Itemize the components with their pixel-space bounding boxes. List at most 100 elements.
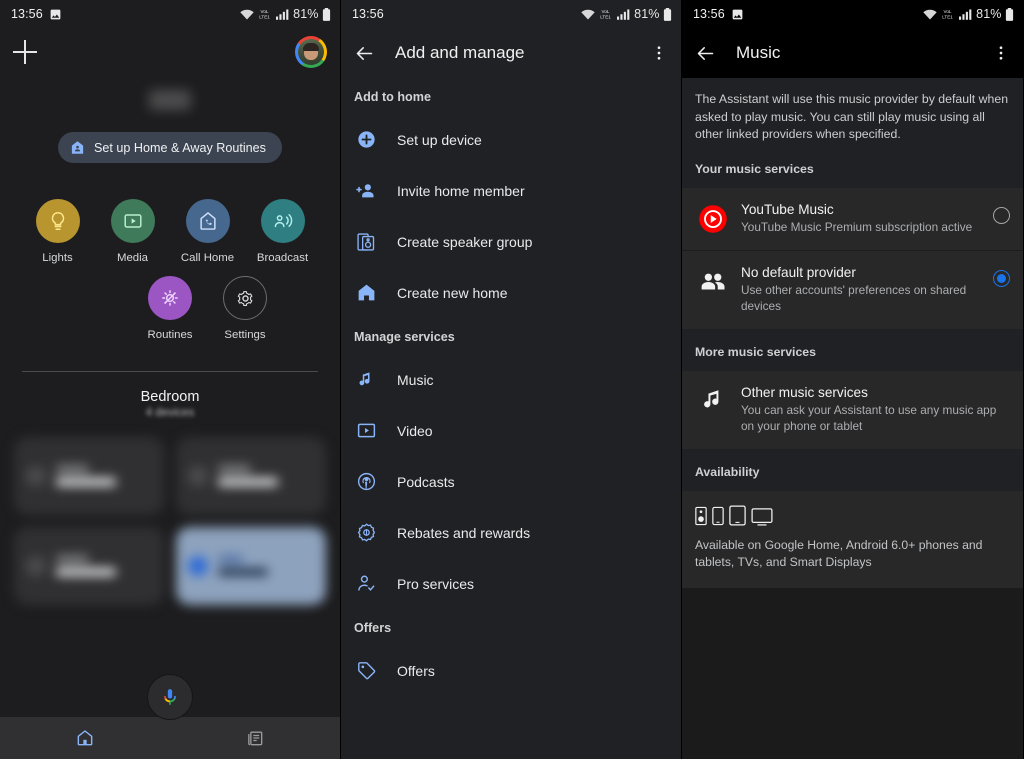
radio-no-default-provider[interactable] [993, 269, 1010, 287]
svg-text:LTE1: LTE1 [600, 15, 611, 20]
broadcast-icon-circle [260, 199, 305, 243]
room-device-count: 4 devices [145, 407, 195, 419]
status-bar-home: 13:56 VoL LTE1 81% [0, 0, 340, 28]
tablet-icon [729, 505, 746, 526]
person-add-icon [354, 180, 378, 202]
podcast-icon [354, 471, 378, 492]
more-vert-icon[interactable] [992, 44, 1010, 62]
more-vert-icon[interactable] [650, 44, 668, 62]
device-card[interactable] [14, 437, 164, 515]
people-icon [695, 265, 731, 297]
add-icon[interactable] [13, 39, 39, 65]
device-card[interactable] [176, 527, 326, 605]
menu-item-pro-services[interactable]: Pro services [341, 558, 681, 609]
home-person-icon [71, 141, 84, 154]
panel-google-home: 13:56 VoL LTE1 81% Set up Home & Away Ro… [0, 0, 341, 759]
menu-item-rebates-and-rewards[interactable]: Rebates and rewards [341, 507, 681, 558]
lightbulb-icon-circle [35, 199, 80, 243]
svg-text:LTE1: LTE1 [259, 15, 270, 20]
home-icon [77, 730, 93, 746]
device-icon [188, 466, 208, 486]
battery-icon [1005, 7, 1014, 21]
device-card-grid [14, 437, 326, 605]
setup-routines-chip[interactable]: Set up Home & Away Routines [58, 132, 282, 163]
routines-icon [162, 290, 178, 306]
bottom-nav-home[interactable] [0, 728, 170, 748]
phone-icon [712, 506, 724, 526]
radio-youtube-music[interactable] [993, 206, 1010, 224]
device-text [56, 556, 152, 576]
feed-icon [248, 731, 263, 746]
spacer [682, 448, 1023, 459]
media-play-icon [123, 214, 142, 228]
tag-icon [354, 660, 378, 681]
rebates-icon [354, 522, 378, 543]
volte-icon: VoL LTE1 [942, 9, 953, 20]
image-icon [50, 9, 61, 19]
provider-text: YouTube Music YouTube Music Premium subs… [731, 202, 993, 235]
provider-row-youtube-music[interactable]: YouTube Music YouTube Music Premium subs… [682, 187, 1023, 250]
shortcut-label: Media [116, 252, 149, 264]
menu-item-label: Podcasts [397, 473, 455, 490]
menu-item-label: Video [397, 422, 433, 439]
menu-item-label: Music [397, 371, 434, 388]
status-bar-music: 13:56 VoL LTE1 81% [682, 0, 1023, 28]
status-time: 13:56 [11, 7, 43, 21]
media-play-icon-circle [110, 199, 155, 243]
menu-item-label: Rebates and rewards [397, 524, 531, 541]
setup-routines-label: Set up Home & Away Routines [94, 140, 266, 155]
youtube-music-icon [695, 202, 731, 234]
call-home-icon [199, 212, 216, 230]
menu-item-music[interactable]: Music [341, 354, 681, 405]
provider-subtitle: YouTube Music Premium subscription activ… [741, 219, 973, 234]
shortcut-lights[interactable]: Lights [20, 199, 95, 264]
pro-services-icon [354, 573, 378, 594]
panel-music-settings: 13:56 VoL LTE1 81% Music The Assistant w… [682, 0, 1023, 759]
home-shortcuts-grid: Lights Media Call Home Broadcast Routine… [20, 199, 320, 353]
divider [22, 371, 318, 372]
shortcut-settings[interactable]: Settings [208, 276, 283, 341]
assistant-mic-button[interactable] [147, 674, 193, 720]
app-bar-add-manage: Add and manage [341, 28, 681, 78]
section-header-offers: Offers [354, 621, 392, 635]
other-services-text: Other music services You can ask your As… [731, 385, 1010, 434]
device-card[interactable] [14, 527, 164, 605]
shortcut-call-home[interactable]: Call Home [170, 199, 245, 264]
shortcut-broadcast[interactable]: Broadcast [245, 199, 320, 264]
signal-icon [958, 8, 972, 20]
avatar[interactable] [295, 36, 327, 68]
svg-text:LTE1: LTE1 [942, 15, 953, 20]
provider-name: YouTube Music [741, 201, 834, 217]
menu-item-set-up-device[interactable]: Set up device [341, 114, 681, 165]
menu-item-label: Invite home member [397, 182, 525, 199]
volte-icon: VoL LTE1 [259, 9, 270, 20]
menu-item-offers[interactable]: Offers [341, 645, 681, 696]
menu-item-create-speaker-group[interactable]: Create speaker group [341, 216, 681, 267]
row-other-music-services[interactable]: Other music services You can ask your As… [682, 370, 1023, 449]
three-panel-screenshot: 13:56 VoL LTE1 81% Set up Home & Away Ro… [0, 0, 1024, 759]
provider-row-no-default[interactable]: No default provider Use other accounts' … [682, 249, 1023, 329]
assistant-mic-icon [164, 689, 176, 705]
device-text [218, 466, 314, 486]
bottom-nav-feed[interactable] [170, 728, 340, 748]
app-bar-music: Music [682, 28, 1023, 78]
back-arrow-icon[interactable] [354, 43, 375, 64]
image-icon [732, 9, 743, 19]
home-name-blurred [149, 90, 191, 110]
wifi-icon [922, 9, 937, 19]
section-header-manage-services: Manage services [354, 330, 455, 344]
device-card[interactable] [176, 437, 326, 515]
menu-item-video[interactable]: Video [341, 405, 681, 456]
wifi-icon [239, 9, 254, 19]
menu-item-invite-home-member[interactable]: Invite home member [341, 165, 681, 216]
device-icon [26, 556, 46, 576]
page-title: Music [736, 43, 781, 62]
menu-item-create-new-home[interactable]: Create new home [341, 267, 681, 318]
menu-item-podcasts[interactable]: Podcasts [341, 456, 681, 507]
shortcut-media[interactable]: Media [95, 199, 170, 264]
menu-item-label: Create new home [397, 284, 508, 301]
battery-percent: 81% [976, 7, 1002, 21]
device-text [56, 466, 152, 486]
back-arrow-icon[interactable] [695, 43, 716, 64]
shortcut-routines[interactable]: Routines [133, 276, 208, 341]
